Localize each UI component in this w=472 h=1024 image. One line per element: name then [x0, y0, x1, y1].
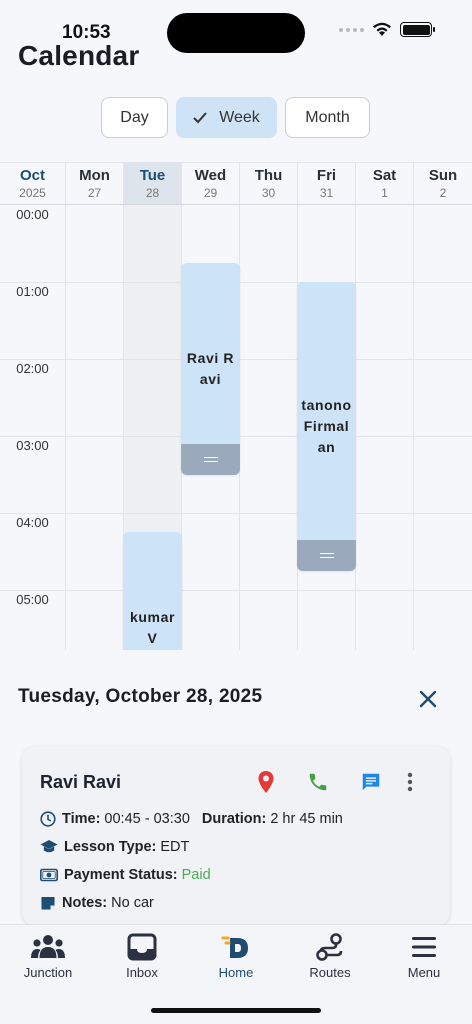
message-icon: [362, 773, 380, 791]
nav-home[interactable]: Home: [196, 933, 276, 980]
selected-date-title: Tuesday, October 28, 2025: [18, 686, 263, 707]
week-grid[interactable]: 00:00 01:00 02:00 03:00 04:00 05:00 Ravi…: [0, 205, 472, 650]
event-block[interactable]: Ravi Ravi: [181, 263, 240, 475]
lesson-type-row: Lesson Type: EDT: [40, 839, 189, 855]
page-title: Calendar: [18, 40, 140, 71]
hour-label: 01:00: [16, 284, 49, 299]
hour-divider: [0, 590, 472, 591]
payment-icon: [40, 868, 58, 882]
hour-label: 00:00: [16, 207, 49, 222]
graduation-cap-icon: [40, 840, 58, 853]
phone-icon: [309, 773, 327, 791]
message-button[interactable]: [357, 768, 385, 796]
month-view-button[interactable]: Month: [285, 97, 370, 138]
day-header-sun[interactable]: Sun 2: [414, 163, 472, 204]
appointment-card[interactable]: Ravi Ravi Time: 00:45 - 03:30 Duration:: [22, 746, 450, 926]
people-icon: [31, 935, 65, 958]
column-divider: [65, 205, 66, 650]
route-icon: [316, 933, 343, 961]
notes-row: Notes: No car: [40, 895, 154, 911]
event-name: kumar V: [129, 609, 176, 646]
column-divider: [413, 205, 414, 650]
wifi-icon: [373, 22, 391, 36]
day-header-thu[interactable]: Thu 30: [240, 163, 298, 204]
hour-label: 05:00: [16, 592, 49, 607]
time-row: Time: 00:45 - 03:30 Duration: 2 hr 45 mi…: [40, 811, 343, 827]
battery-icon: [400, 22, 435, 37]
location-button[interactable]: [252, 768, 280, 796]
hamburger-menu-icon: [412, 937, 436, 957]
more-vert-icon: [407, 772, 413, 792]
nav-routes[interactable]: Routes: [290, 933, 370, 980]
home-logo-icon: [221, 936, 248, 958]
nav-junction[interactable]: Junction: [8, 933, 88, 980]
clock-icon: [40, 811, 56, 827]
student-name: Ravi Ravi: [40, 772, 122, 792]
dynamic-island: [167, 13, 305, 53]
hour-label: 04:00: [16, 515, 49, 530]
hour-label: 02:00: [16, 361, 49, 376]
day-header-wed[interactable]: Wed 29: [182, 163, 240, 204]
day-header-tue[interactable]: Tue 28: [124, 163, 182, 204]
day-view-button[interactable]: Day: [101, 97, 168, 138]
month-year-label: Oct 2025: [0, 163, 66, 204]
day-header-mon[interactable]: Mon 27: [66, 163, 124, 204]
nav-menu[interactable]: Menu: [384, 933, 464, 980]
home-indicator: [151, 1008, 321, 1013]
hour-label: 03:00: [16, 438, 49, 453]
day-header-sat[interactable]: Sat 1: [356, 163, 414, 204]
more-options-button[interactable]: [396, 768, 424, 796]
payment-status-row: Payment Status: Paid: [40, 867, 211, 883]
week-header: Oct 2025 Mon 27 Tue 28 Wed 29 Thu 30 Fri…: [0, 162, 472, 205]
location-pin-icon: [258, 771, 274, 793]
event-name: Ravi Ravi: [186, 350, 235, 387]
signal-icon: [339, 27, 364, 32]
hour-divider: [0, 513, 472, 514]
drag-handle-icon: [319, 553, 334, 558]
event-block[interactable]: kumar V: [123, 532, 182, 650]
close-icon[interactable]: [415, 686, 441, 712]
status-badge: Paid: [181, 867, 211, 883]
event-name: tanono Firmalan: [301, 397, 352, 455]
drag-handle-icon: [203, 457, 218, 462]
status-icons: [339, 22, 435, 37]
day-header-fri[interactable]: Fri 31: [298, 163, 356, 204]
inbox-icon: [127, 933, 157, 961]
note-icon: [41, 897, 55, 910]
nav-inbox[interactable]: Inbox: [102, 933, 182, 980]
resize-handle[interactable]: [297, 540, 356, 571]
resize-handle[interactable]: [181, 444, 240, 475]
check-icon: [193, 111, 207, 123]
call-button[interactable]: [304, 768, 332, 796]
week-view-button[interactable]: Week: [176, 97, 277, 138]
event-block[interactable]: tanono Firmalan: [297, 282, 356, 571]
